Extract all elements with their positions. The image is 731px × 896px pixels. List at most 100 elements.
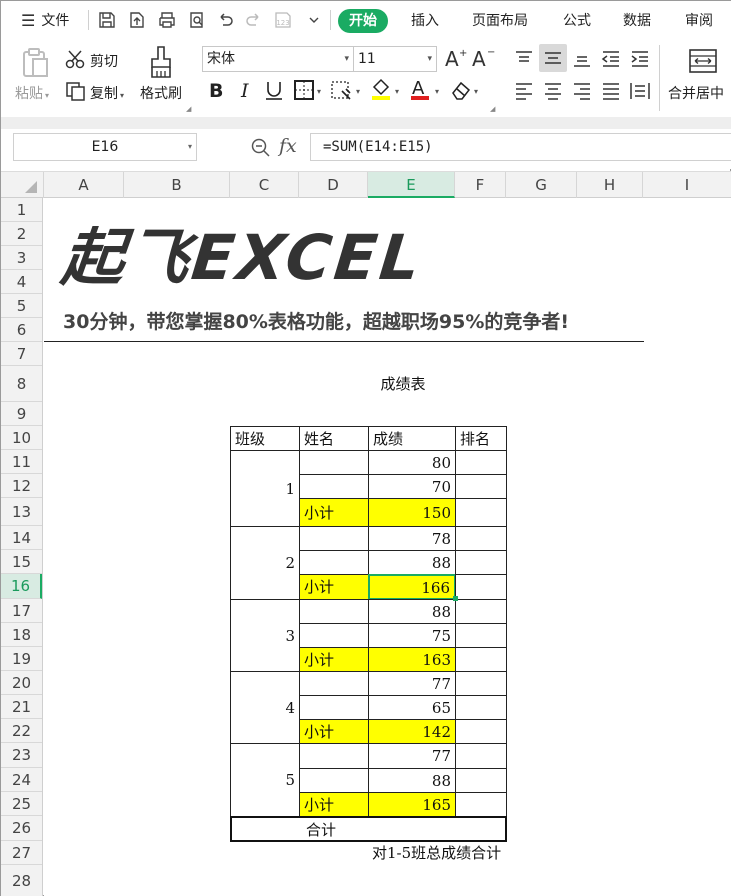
class-cell[interactable]: 3	[230, 599, 300, 672]
rank-cell[interactable]	[455, 719, 507, 744]
print-preview-icon[interactable]	[187, 10, 207, 30]
increase-indent-icon[interactable]	[629, 49, 651, 69]
class-cell[interactable]: 1	[230, 450, 300, 527]
row-header-6[interactable]: 6	[1, 318, 42, 342]
customize-dropdown-icon[interactable]	[304, 10, 324, 30]
undo-icon[interactable]	[215, 10, 235, 30]
rank-cell[interactable]	[455, 768, 507, 793]
subtotal-label-cell[interactable]: 小计	[299, 792, 369, 817]
tab-page-layout[interactable]: 页面布局	[472, 9, 528, 33]
fill-color-icon[interactable]	[369, 77, 393, 101]
score-cell[interactable]: 88	[368, 599, 456, 624]
chevron-down-icon[interactable]: ▾	[317, 87, 321, 96]
subtotal-cell[interactable]: 163	[368, 647, 456, 672]
subtotal-cell[interactable]: 150	[368, 498, 456, 527]
align-bottom-icon[interactable]	[571, 49, 593, 69]
select-all-corner[interactable]	[1, 172, 44, 198]
total-note[interactable]: 对1-5班总成绩合计	[368, 841, 578, 866]
rank-cell[interactable]	[455, 695, 507, 720]
fx-icon[interactable]: fx	[279, 135, 297, 157]
font-name-select[interactable]: 宋体 ▾	[202, 46, 354, 72]
cut-button[interactable]: 剪切	[90, 51, 118, 71]
row-header-12[interactable]: 12	[1, 474, 42, 498]
row-header-3[interactable]: 3	[1, 246, 42, 270]
row-header-21[interactable]: 21	[1, 695, 42, 719]
row-header-16[interactable]: 16	[1, 574, 42, 599]
border-icon[interactable]	[293, 79, 315, 101]
row-header-19[interactable]: 19	[1, 647, 42, 671]
save-icon[interactable]	[97, 10, 117, 30]
row-header-15[interactable]: 15	[1, 550, 42, 574]
row-header-17[interactable]: 17	[1, 599, 42, 623]
rank-cell[interactable]	[455, 574, 507, 600]
column-header-a[interactable]: A	[44, 172, 124, 198]
score-cell[interactable]: 65	[368, 695, 456, 720]
name-cell[interactable]	[299, 695, 369, 720]
total-row[interactable]: 合计	[230, 816, 507, 842]
worksheet[interactable]: 起飞EXCEL 30分钟，带您掌握80%表格功能，超越职场95%的竞争者! 成绩…	[44, 198, 731, 896]
justify-icon[interactable]	[600, 81, 622, 101]
score-cell[interactable]: 77	[368, 671, 456, 696]
subtotal-cell[interactable]: 142	[368, 719, 456, 744]
row-header-8[interactable]: 8	[1, 366, 42, 402]
row-header-13[interactable]: 13	[1, 498, 42, 526]
underline-icon[interactable]	[263, 79, 285, 101]
row-header-14[interactable]: 14	[1, 526, 42, 550]
class-cell[interactable]: 2	[230, 526, 300, 600]
column-header-g[interactable]: G	[506, 172, 577, 198]
tab-data[interactable]: 数据	[623, 9, 651, 33]
align-top-icon[interactable]	[513, 49, 535, 69]
align-right-icon[interactable]	[571, 81, 593, 101]
class-cell[interactable]: 5	[230, 743, 300, 817]
column-header-c[interactable]: C	[230, 172, 299, 198]
tab-insert[interactable]: 插入	[411, 9, 439, 33]
chevron-down-icon[interactable]: ▾	[435, 87, 439, 96]
align-middle-icon[interactable]	[539, 44, 567, 72]
column-header-e[interactable]: E	[368, 172, 455, 198]
name-cell[interactable]	[299, 768, 369, 793]
distributed-align-icon[interactable]	[629, 81, 651, 101]
row-header-27[interactable]: 27	[1, 841, 42, 865]
row-header-28[interactable]: 28	[1, 865, 42, 896]
name-box[interactable]: E16 ▾	[13, 133, 197, 161]
clear-format-icon[interactable]	[449, 79, 473, 101]
rank-cell[interactable]	[455, 450, 507, 475]
column-header-b[interactable]: B	[124, 172, 230, 198]
score-cell[interactable]: 88	[368, 768, 456, 793]
file-menu[interactable]: ☰ 文件	[21, 1, 69, 39]
paste-icon[interactable]	[21, 47, 51, 79]
class-cell[interactable]: 4	[230, 671, 300, 744]
rank-cell[interactable]	[455, 792, 507, 817]
name-cell[interactable]	[299, 599, 369, 624]
chevron-down-icon[interactable]: ▾	[395, 87, 399, 96]
print-icon[interactable]	[157, 10, 177, 30]
increase-font-icon[interactable]: A +	[444, 47, 468, 69]
column-header-h[interactable]: H	[577, 172, 643, 198]
row-header-1[interactable]: 1	[1, 198, 42, 222]
row-header-23[interactable]: 23	[1, 743, 42, 768]
rank-cell[interactable]	[455, 474, 507, 499]
copy-button[interactable]: 复制 ▾	[90, 83, 124, 103]
score-cell[interactable]: 75	[368, 623, 456, 648]
tab-review[interactable]: 审阅	[685, 9, 713, 33]
subtotal-label-cell[interactable]: 小计	[299, 498, 369, 527]
score-cell[interactable]: 78	[368, 526, 456, 551]
column-header-f[interactable]: F	[455, 172, 506, 198]
tab-formulas[interactable]: 公式	[563, 9, 591, 33]
number-format-icon[interactable]: 123	[273, 10, 293, 30]
name-cell[interactable]	[299, 743, 369, 769]
row-header-25[interactable]: 25	[1, 792, 42, 816]
rank-cell[interactable]	[455, 599, 507, 624]
name-cell[interactable]	[299, 671, 369, 696]
name-cell[interactable]	[299, 623, 369, 648]
row-header-5[interactable]: 5	[1, 294, 42, 318]
align-center-icon[interactable]	[542, 81, 564, 101]
row-header-22[interactable]: 22	[1, 719, 42, 743]
score-cell[interactable]: 77	[368, 743, 456, 769]
merge-center-button[interactable]: 合并居中	[668, 83, 724, 103]
scissors-icon[interactable]	[65, 49, 87, 69]
row-header-10[interactable]: 10	[1, 426, 42, 450]
row-header-2[interactable]: 2	[1, 222, 42, 246]
format-painter-button[interactable]: 格式刷	[140, 83, 182, 103]
name-cell[interactable]	[299, 450, 369, 475]
